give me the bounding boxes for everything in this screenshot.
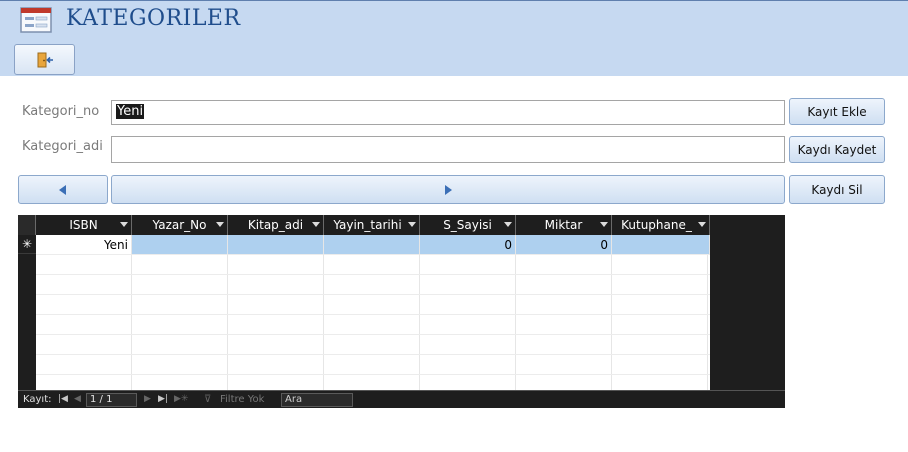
cell-isbn[interactable]: Yeni [36,235,132,255]
column-header-miktar[interactable]: Miktar [516,215,612,235]
dropdown-arrow-icon[interactable] [698,222,706,227]
cell-miktar[interactable]: 0 [516,235,612,255]
next-record-icon[interactable]: ▶ [144,394,151,404]
previous-record-button[interactable] [18,175,108,204]
column-header-label: S_Sayisi [443,218,492,232]
triangle-left-icon [59,184,66,195]
column-header-label: Miktar [544,218,583,232]
exit-button[interactable] [14,44,75,75]
datasheet-header: ISBN Yazar_No Kitap_adi Yayin_tarihi S_S… [18,215,785,235]
column-header-label: Kitap_adi [247,218,304,232]
kategori-no-label: Kategori_no [22,104,100,119]
empty-rows [36,255,710,390]
column-header-s-sayisi[interactable]: S_Sayisi [420,215,516,235]
cell-kutuphane[interactable] [612,235,710,255]
kayit-ekle-button[interactable]: Kayıt Ekle [789,98,885,125]
kaydi-sil-button[interactable]: Kaydı Sil [789,175,885,204]
kitaplar-datasheet: ISBN Yazar_No Kitap_adi Yayin_tarihi S_S… [18,215,785,408]
first-record-icon[interactable]: |◀ [58,394,68,404]
form-header: KATEGORILER [0,0,908,76]
column-header-label: ISBN [69,218,98,232]
cell-s-sayisi[interactable]: 0 [420,235,516,255]
column-header-yazar-no[interactable]: Yazar_No [132,215,228,235]
select-all-corner[interactable] [18,215,36,235]
column-header-yayin-tarihi[interactable]: Yayin_tarihi [324,215,420,235]
column-header-isbn[interactable]: ISBN [36,215,132,235]
dropdown-arrow-icon[interactable] [504,222,512,227]
datasheet-body: Yeni 0 0 [36,235,710,390]
kategori-adi-field[interactable] [111,136,785,163]
table-row[interactable]: Yeni 0 0 [36,235,710,255]
dropdown-arrow-icon[interactable] [216,222,224,227]
kategori-adi-label: Kategori_adi [22,139,103,154]
new-record-nav-icon[interactable]: ▶✳ [174,394,188,404]
new-record-selector[interactable]: ✳ [18,235,36,254]
kategori-no-value: Yeni [116,104,145,119]
search-input[interactable]: Ara [281,393,353,407]
filter-status[interactable]: Filtre Yok [220,394,264,405]
triangle-right-icon [445,184,452,195]
column-header-label: Kutuphane_ [621,218,692,232]
form-icon [20,7,52,33]
record-label: Kayıt: [23,394,52,405]
kategori-no-field[interactable]: Yeni [111,100,785,125]
filter-icon: ⊽ [204,394,212,405]
column-header-kitap-adi[interactable]: Kitap_adi [228,215,324,235]
column-header-label: Yazar_No [152,218,207,232]
previous-record-icon[interactable]: ◀ [74,394,81,404]
dropdown-arrow-icon[interactable] [312,222,320,227]
kaydi-kaydet-button[interactable]: Kaydı Kaydet [789,136,885,163]
dropdown-arrow-icon[interactable] [600,222,608,227]
record-position-field[interactable]: 1 / 1 [86,393,137,407]
next-record-button[interactable] [111,175,785,204]
dropdown-arrow-icon[interactable] [120,222,128,227]
cell-yazar-no[interactable] [132,235,228,255]
last-record-icon[interactable]: ▶| [158,394,168,404]
column-header-label: Yayin_tarihi [333,218,402,232]
dropdown-arrow-icon[interactable] [408,222,416,227]
record-navigation-bar: Kayıt: |◀ ◀ 1 / 1 ▶ ▶| ▶✳ ⊽ Filtre Yok A… [18,390,785,408]
cell-kitap-adi[interactable] [228,235,324,255]
column-header-kutuphane[interactable]: Kutuphane_ [612,215,710,235]
page-title: KATEGORILER [66,6,241,31]
exit-door-icon [37,52,53,67]
cell-yayin-tarihi[interactable] [324,235,420,255]
